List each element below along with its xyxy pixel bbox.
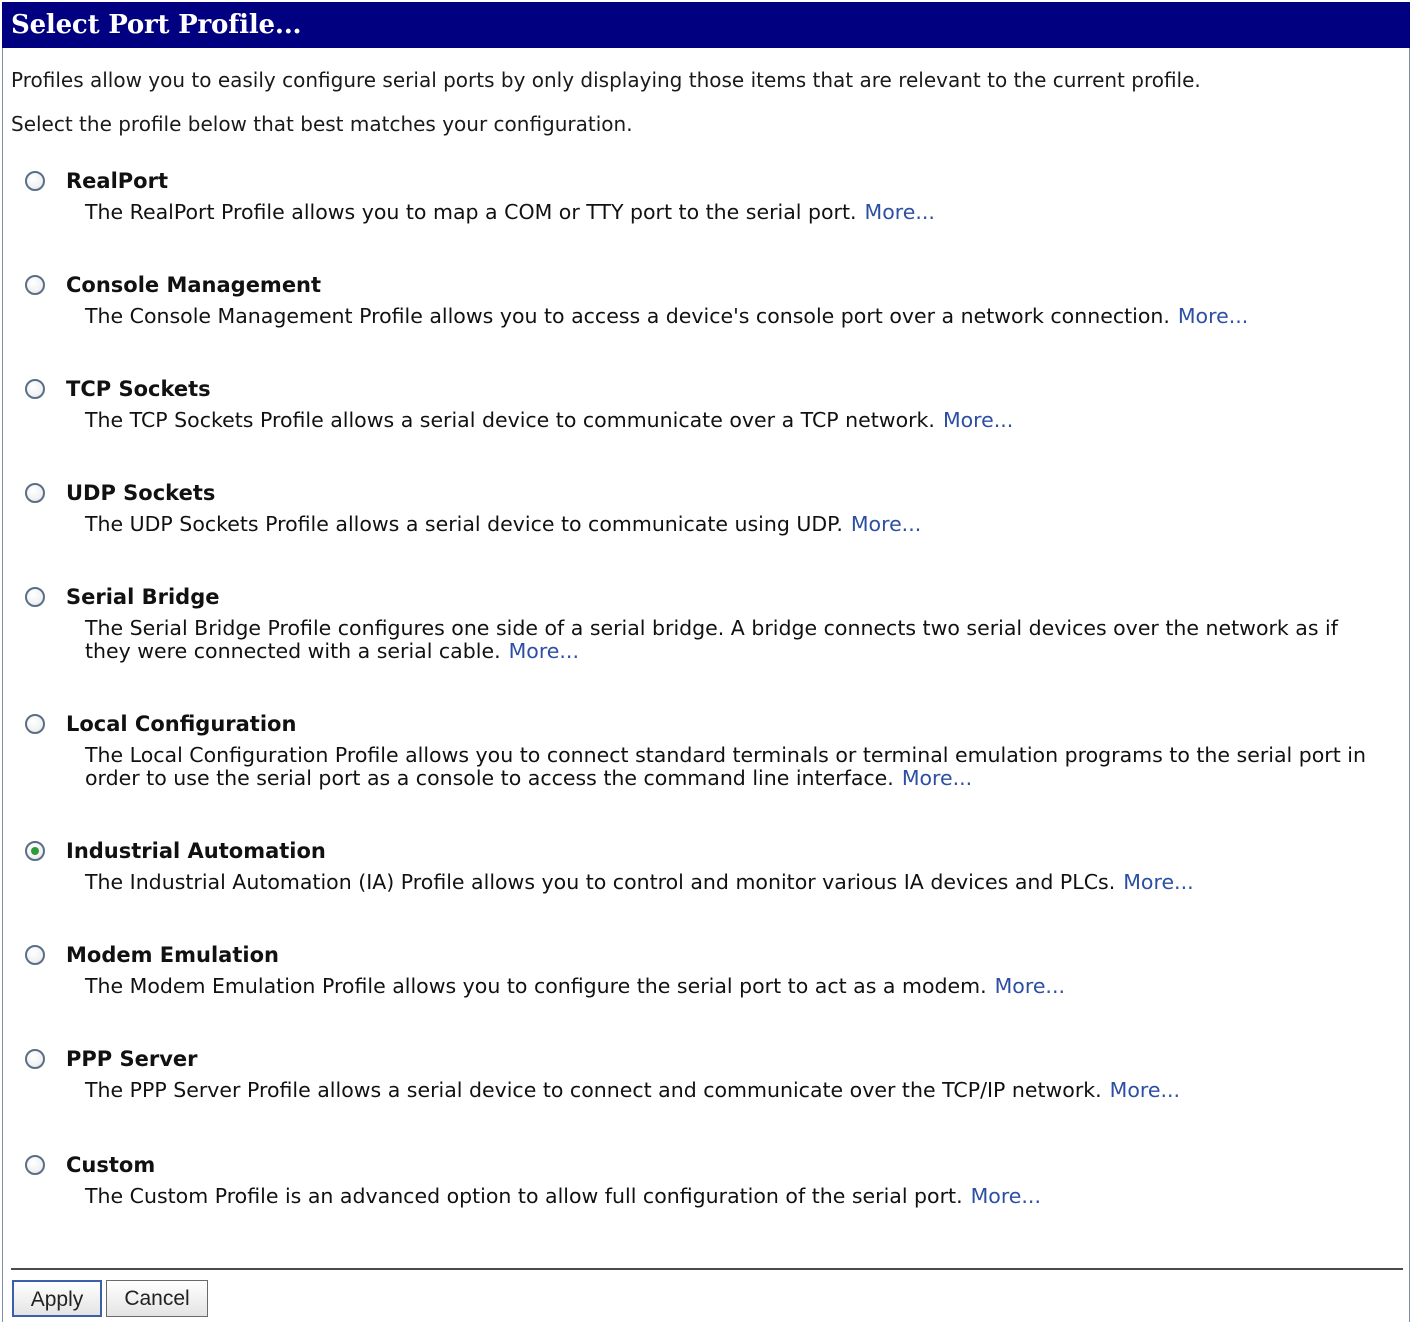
instruction-text: Select the profile below that best match…	[11, 112, 633, 136]
more-link[interactable]: More...	[995, 974, 1065, 998]
profile-name[interactable]: Industrial Automation	[66, 838, 326, 864]
radio-realport[interactable]	[25, 171, 45, 191]
profile-name[interactable]: TCP Sockets	[66, 376, 211, 402]
profile-description-text: The Console Management Profile allows yo…	[85, 304, 1170, 328]
more-link[interactable]: More...	[851, 512, 921, 536]
profile-description: The RealPort Profile allows you to map a…	[85, 201, 1385, 224]
profile-name[interactable]: Console Management	[66, 272, 321, 298]
more-link[interactable]: More...	[1110, 1078, 1180, 1102]
more-link[interactable]: More...	[509, 639, 579, 663]
more-link[interactable]: More...	[902, 766, 972, 790]
title-bar: Select Port Profile...	[2, 2, 1410, 48]
profile-name[interactable]: UDP Sockets	[66, 480, 215, 506]
profile-description-text: The RealPort Profile allows you to map a…	[85, 200, 857, 224]
radio-modem-emulation[interactable]	[25, 945, 45, 965]
intro-text: Profiles allow you to easily configure s…	[11, 68, 1201, 92]
radio-ppp-server[interactable]	[25, 1049, 45, 1069]
profile-description-text: The PPP Server Profile allows a serial d…	[85, 1078, 1102, 1102]
profile-description: The UDP Sockets Profile allows a serial …	[85, 513, 1385, 536]
profile-name[interactable]: PPP Server	[66, 1046, 198, 1072]
profile-name[interactable]: Local Configuration	[66, 711, 296, 737]
profile-description-text: The Modem Emulation Profile allows you t…	[85, 974, 987, 998]
profile-description-text: The Industrial Automation (IA) Profile a…	[85, 870, 1116, 894]
profile-description-text: The Serial Bridge Profile configures one…	[85, 616, 1338, 663]
apply-button[interactable]: Apply	[12, 1280, 102, 1317]
footer-divider	[11, 1268, 1403, 1270]
radio-console-management[interactable]	[25, 275, 45, 295]
more-link[interactable]: More...	[1123, 870, 1193, 894]
profile-description-text: The TCP Sockets Profile allows a serial …	[85, 408, 935, 432]
profile-description: The Modem Emulation Profile allows you t…	[85, 975, 1385, 998]
radio-tcp-sockets[interactable]	[25, 379, 45, 399]
radio-industrial-automation[interactable]	[25, 841, 45, 861]
profile-name[interactable]: Custom	[66, 1152, 155, 1178]
profile-description: The Local Configuration Profile allows y…	[85, 744, 1385, 790]
radio-custom[interactable]	[25, 1155, 45, 1175]
profile-description: The Console Management Profile allows yo…	[85, 305, 1385, 328]
more-link[interactable]: More...	[971, 1184, 1041, 1208]
profile-description: The TCP Sockets Profile allows a serial …	[85, 409, 1385, 432]
page-title: Select Port Profile...	[11, 10, 302, 40]
radio-serial-bridge[interactable]	[25, 587, 45, 607]
profile-description-text: The Custom Profile is an advanced option…	[85, 1184, 963, 1208]
profile-description: The PPP Server Profile allows a serial d…	[85, 1079, 1385, 1102]
profile-description: The Custom Profile is an advanced option…	[85, 1185, 1385, 1208]
more-link[interactable]: More...	[1178, 304, 1248, 328]
radio-dot-icon	[31, 847, 39, 855]
more-link[interactable]: More...	[865, 200, 935, 224]
radio-udp-sockets[interactable]	[25, 483, 45, 503]
profile-description-text: The UDP Sockets Profile allows a serial …	[85, 512, 843, 536]
radio-local-configuration[interactable]	[25, 714, 45, 734]
profile-description: The Industrial Automation (IA) Profile a…	[85, 871, 1385, 894]
profile-name[interactable]: Serial Bridge	[66, 584, 219, 610]
profile-description: The Serial Bridge Profile configures one…	[85, 617, 1385, 663]
cancel-button[interactable]: Cancel	[106, 1280, 208, 1317]
profile-name[interactable]: Modem Emulation	[66, 942, 279, 968]
profile-name[interactable]: RealPort	[66, 168, 168, 194]
more-link[interactable]: More...	[943, 408, 1013, 432]
profile-description-text: The Local Configuration Profile allows y…	[85, 743, 1366, 790]
